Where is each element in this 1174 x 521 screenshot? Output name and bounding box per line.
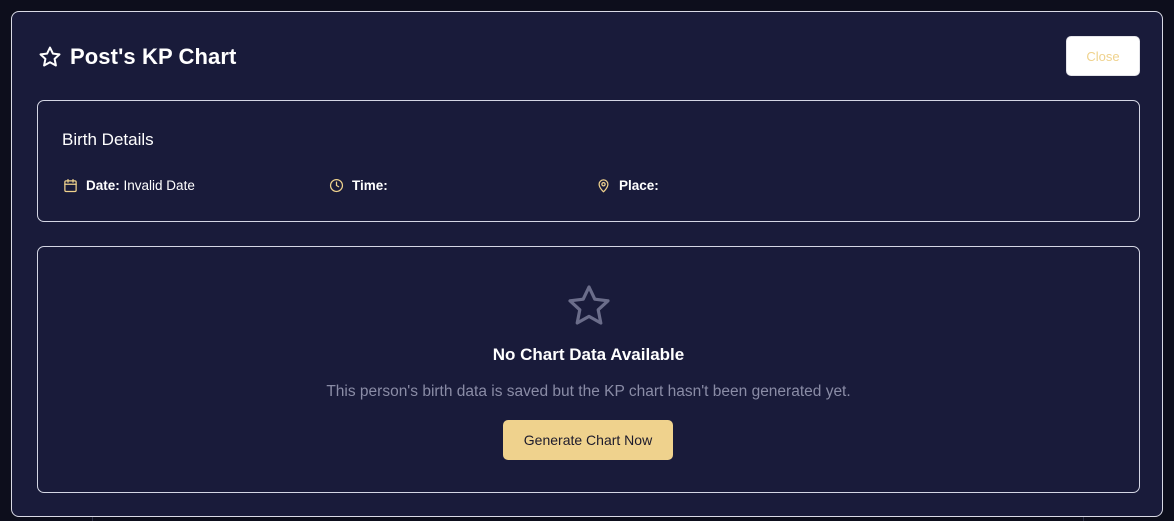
modal-header: Post's KP Chart [38,42,236,72]
star-icon [38,45,62,69]
kp-chart-modal: Post's KP Chart Close Birth Details Date… [11,11,1163,517]
birth-date: Date: Invalid Date [63,178,195,193]
time-label: Time: [352,178,388,193]
date-label: Date: [86,178,120,193]
star-icon [565,282,613,335]
birth-place: Place: [596,178,659,193]
birth-details-card: Birth Details Date: Invalid Date Time: P… [37,100,1140,222]
close-button[interactable]: Close [1066,36,1140,76]
calendar-icon [63,178,78,193]
generate-chart-button[interactable]: Generate Chart Now [503,420,673,460]
empty-chart-card: No Chart Data Available This person's bi… [37,246,1140,493]
place-label: Place: [619,178,659,193]
clock-icon [329,178,344,193]
date-value: Invalid Date [123,178,195,193]
empty-state-title: No Chart Data Available [492,345,685,364]
map-pin-icon [596,178,611,193]
modal-title: Post's KP Chart [70,44,237,69]
birth-details-heading: Birth Details [62,130,154,149]
birth-time: Time: [329,178,388,193]
empty-state-description: This person's birth data is saved but th… [326,383,851,400]
